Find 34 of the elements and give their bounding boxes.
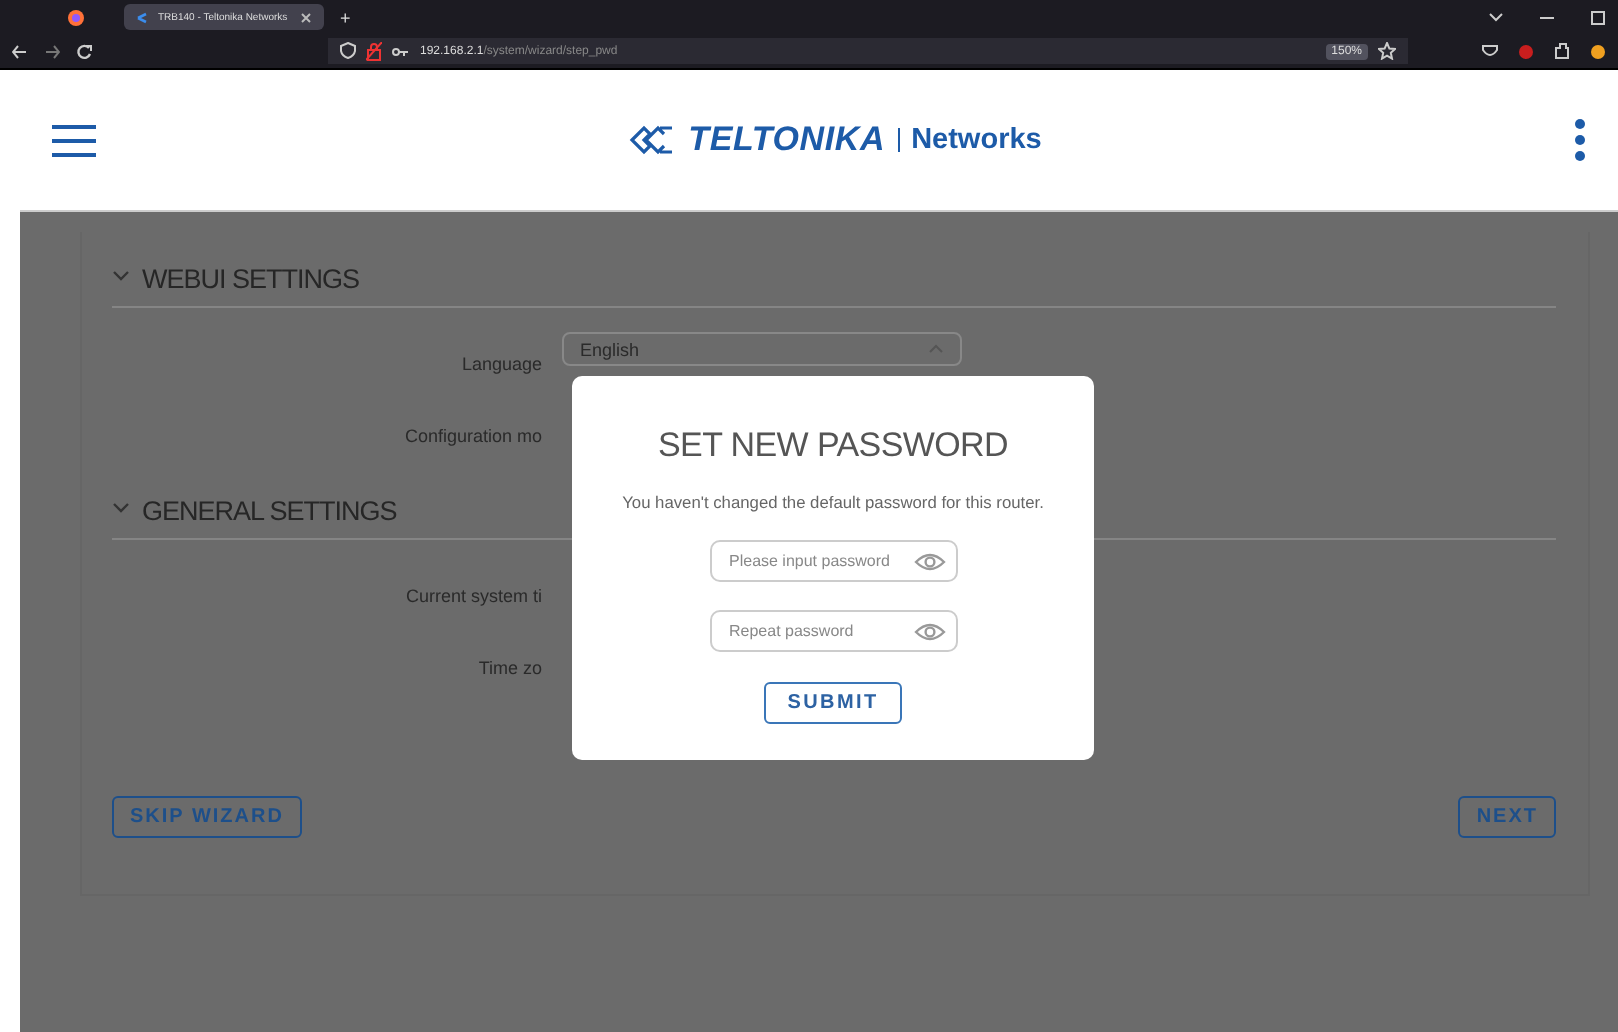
dialog-message: You haven't changed the default password for this router. [622,492,1044,512]
profile-icon[interactable] [1590,43,1606,59]
extensions-icon[interactable] [1554,42,1570,60]
show-password-icon[interactable] [913,619,945,643]
product-name: Networks [911,124,1042,156]
browser-logo-icon [68,9,84,25]
dialog-title: SET NEW PASSWORD [658,426,1008,466]
show-password-icon[interactable] [913,549,945,573]
close-tab-icon[interactable] [300,11,312,23]
new-tab-button[interactable]: + [340,7,351,27]
shield-icon [340,42,356,60]
password-field[interactable]: Please input password [709,540,957,582]
brand-name: TELTONIKA [688,120,886,160]
back-icon[interactable] [12,43,28,59]
field-label: Configuration mo [402,426,542,446]
menu-icon[interactable] [52,123,96,157]
more-options-icon[interactable] [1574,118,1586,162]
field-label: Language [459,354,542,374]
minimize-icon[interactable] [1540,11,1554,23]
tab-list-icon[interactable] [1488,12,1504,22]
key-icon[interactable] [392,45,410,57]
maximize-icon[interactable] [1590,9,1606,25]
bookmark-star-icon[interactable] [1378,42,1396,60]
field-label: Current system ti [403,586,542,606]
extension-icon[interactable] [1518,43,1534,59]
insecure-lock-icon[interactable] [366,41,382,61]
password-field[interactable]: Repeat password [709,610,957,652]
field-label: Time zo [476,658,542,678]
forward-icon[interactable] [44,43,60,59]
reload-icon[interactable] [76,43,92,59]
pocket-icon[interactable] [1482,44,1498,58]
tab-favicon-icon [136,9,148,25]
submit-button[interactable]: SUBMIT [763,682,903,724]
teltonika-logo-icon [628,124,677,156]
